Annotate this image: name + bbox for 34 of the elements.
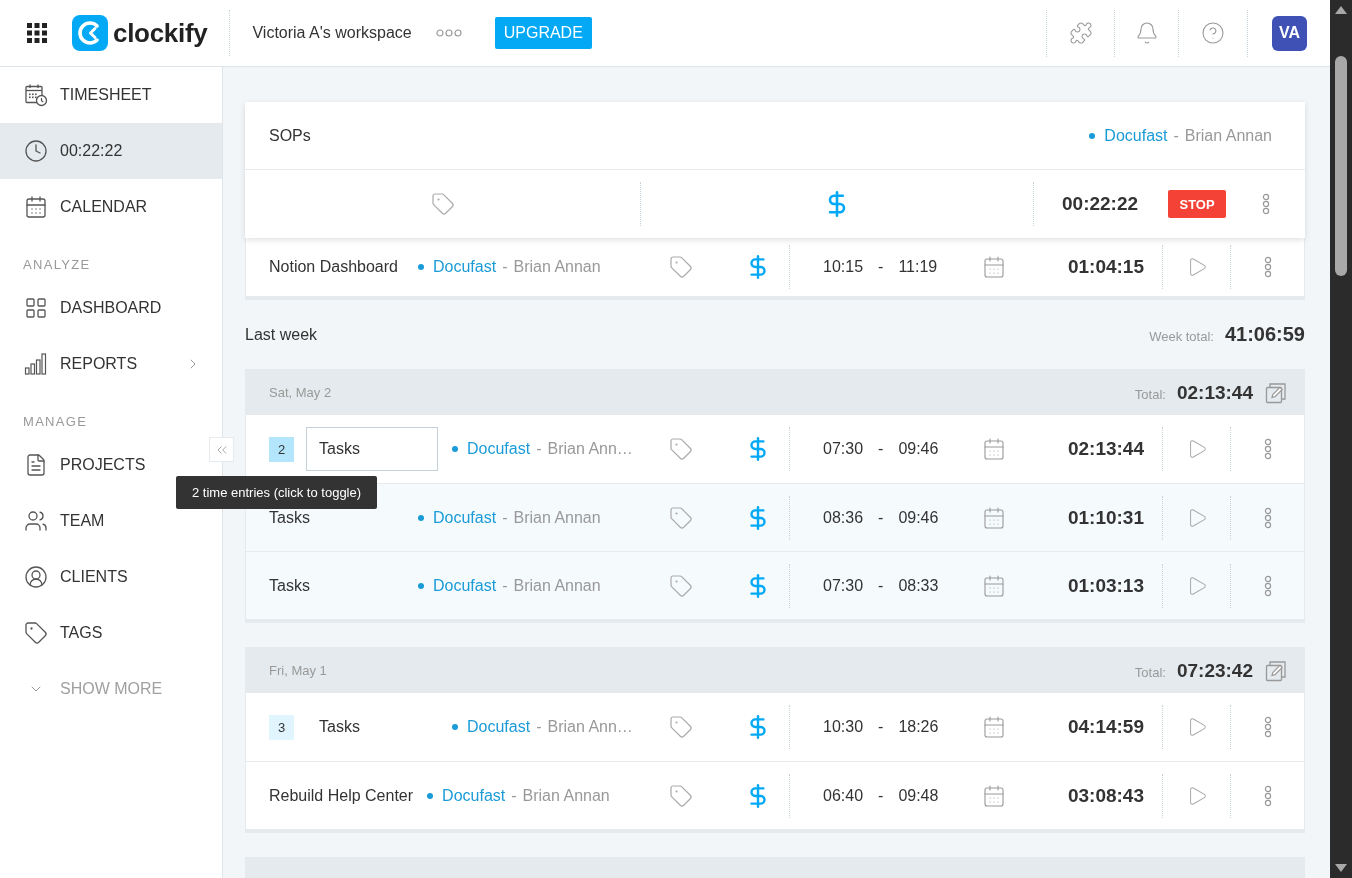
day-total-label: Total: <box>1134 664 1166 680</box>
section-label: MANAGE <box>22 413 89 431</box>
time-separator: - <box>878 440 884 458</box>
week-title: Last week <box>245 325 318 344</box>
day-total-label: Total: <box>1134 386 1166 402</box>
separator: - <box>536 718 542 736</box>
separator: - <box>511 786 517 805</box>
separator: - <box>536 440 542 458</box>
separator: - <box>502 576 508 595</box>
time-separator: - <box>878 508 884 527</box>
section-label: ANALYZE <box>22 256 92 274</box>
client-name: Brian Annan <box>513 576 601 595</box>
client-name: Brian Annan <box>1184 126 1272 145</box>
separator: - <box>1173 126 1179 145</box>
client-name: Brian Annan <box>522 786 610 805</box>
timer-duration: 00:22:22 <box>1062 193 1139 215</box>
separator: - <box>502 508 508 527</box>
day-date: Sat, May 2 <box>269 385 332 400</box>
client-name: Brian Ann… <box>547 718 633 736</box>
day-date: Fri, May 1 <box>269 663 327 678</box>
week-total-label: Week total: <box>1149 329 1214 344</box>
separator: - <box>502 258 508 276</box>
time-separator: - <box>878 576 884 595</box>
logo-text: clockify <box>113 17 208 49</box>
tooltip: 2 time entries (click to toggle) <box>176 476 378 509</box>
client-name: Brian Annan <box>513 508 601 527</box>
time-separator: - <box>878 718 884 736</box>
day-total: 07:23:42 <box>1176 659 1253 682</box>
time-separator: - <box>878 258 884 276</box>
week-total: 41:06:59 <box>1224 323 1305 346</box>
day-total: 02:13:44 <box>1176 381 1253 404</box>
client-name: Brian Ann… <box>547 440 633 458</box>
time-separator: - <box>878 786 884 805</box>
client-name: Brian Annan <box>513 258 601 276</box>
